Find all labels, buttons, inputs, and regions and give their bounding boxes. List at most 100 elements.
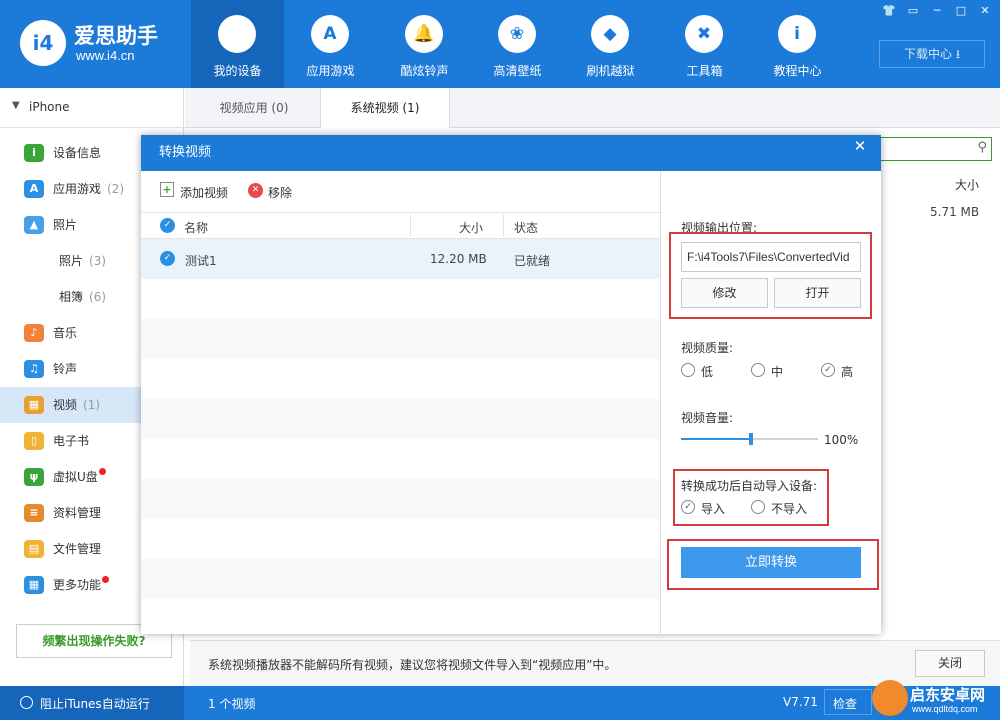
notification-dot [98,468,106,475]
nav-item[interactable]: ❀ 高清壁纸 [471,0,564,88]
remove-icon: ✕ [248,183,263,198]
tab-system-videos[interactable]: 系统视频 (1) [320,88,450,128]
sidebar-item-text: 电子书 [53,434,90,448]
sidebar-item-text: 更多功能 [53,578,102,592]
row-size: 12.20 MB [430,252,487,266]
maximize-icon[interactable]: □ [950,2,972,20]
quality-label: 视频质量: [681,341,734,355]
sidebar-item-label: 相簿 (6) [59,288,106,305]
minimize-icon[interactable]: ─ [926,2,948,20]
volume-slider-track[interactable] [681,433,818,445]
highlight-box [667,539,879,590]
sidebar-item-label: 虚拟U盘 [53,468,106,485]
sidebar-item-label: 更多功能 [53,576,110,593]
highlight-box [673,469,829,526]
caret-down-icon: ▼ [12,100,20,111]
volume-label: 视频音量: [681,411,734,425]
nav-item[interactable]: A 应用游戏 [284,0,377,88]
grid-icon: ▦ [24,576,44,594]
sidebar-item-label: 资料管理 [53,504,101,521]
remove-button[interactable]: ✕ 移除 [248,181,308,201]
nav-item[interactable]: 我的设备 [191,0,284,88]
empty-row [141,399,660,439]
usb-icon: ψ [24,468,44,486]
brand-name: 爱思助手 [74,24,158,48]
itunes-toggle[interactable]: 阻止iTunes自动运行 [0,686,184,720]
bell-icon: ♫ [24,360,44,378]
nav-label: 我的设备 [213,64,262,78]
sidebar-item-text: 照片 [53,218,78,232]
i4-logo: i4 [20,20,66,66]
nav-label: 高清壁纸 [493,64,542,78]
nav-item[interactable]: ◆ 刷机越狱 [564,0,657,88]
volume-value: 100% [824,433,859,447]
radio-icon [20,696,33,709]
sidebar-item-text: 资料管理 [53,506,102,520]
add-file-icon: + [160,182,174,197]
contacts-icon: ≡ [24,504,44,522]
quality-low-radio[interactable] [681,363,695,377]
sidebar-item-label: 电子书 [53,432,89,449]
download-icon: ⭳ [955,47,961,61]
tab-video-apps[interactable]: 视频应用 (0) [190,88,318,128]
add-video-button[interactable]: + 添加视频 [160,181,240,201]
book-icon: ▯ [24,432,44,450]
sidebar-item-text: 设备信息 [53,146,102,160]
tools-icon: ✖ [685,15,723,53]
column-divider [503,214,504,237]
sidebar-item-count: (3) [89,254,107,268]
quality-medium-radio[interactable] [751,363,765,377]
info-icon: i [778,15,816,53]
device-selector[interactable]: ▼ iPhone [0,88,184,128]
sidebar-item-text: 虚拟U盘 [53,470,98,484]
sidebar-item-text: 应用游戏 [53,182,102,196]
sidebar-item-label: 设备信息 [53,144,101,161]
nav-item[interactable]: ✖ 工具箱 [658,0,751,88]
list-header-size: 大小 [955,178,980,192]
select-all-checkbox[interactable]: ✓ [160,218,175,233]
volume-slider-thumb[interactable] [748,433,753,445]
flower-icon: ❀ [498,15,536,53]
menu-icon[interactable]: ▭ [902,2,924,20]
sidebar-item-label: 视频 (1) [53,396,100,413]
photo-icon: ▲ [24,216,44,234]
sidebar-item-text: 音乐 [53,326,78,340]
sidebar-item-label: 文件管理 [53,540,101,557]
remove-label: 移除 [268,186,293,200]
apple-icon [218,15,256,53]
download-center-button[interactable]: 下载中心 ⭳ [879,40,985,68]
empty-row [141,479,660,519]
nav-label: 刷机越狱 [586,64,635,78]
quality-high-radio[interactable]: ✓ [821,363,835,377]
add-video-label: 添加视频 [180,186,229,200]
notification-dot [102,576,110,583]
close-icon[interactable]: ✕ [846,135,874,157]
sidebar-item-text: 文件管理 [53,542,102,556]
column-header-name: 名称 [184,221,209,235]
row-name: 测试1 [185,254,217,268]
search-icon[interactable]: ⚲ [977,140,987,155]
close-window-icon[interactable]: ✕ [974,2,996,20]
notice-text: 系统视频播放器不能解码所有视频，建议您将视频文件导入到“视频应用”中。 [208,658,617,672]
itunes-label: 阻止iTunes自动运行 [40,697,150,711]
quality-medium-label: 中 [771,365,784,379]
empty-row [141,559,660,599]
info-circle-icon: i [24,144,44,162]
skin-icon[interactable]: 👕 [878,2,900,20]
watermark-name: 启东安卓网 [910,686,986,704]
search-input[interactable]: ⚲ [880,137,992,161]
column-header-size: 大小 [459,221,484,235]
nav-item[interactable]: i 教程中心 [751,0,844,88]
nav-label: 工具箱 [686,64,723,78]
close-button[interactable]: 关闭 [915,650,985,677]
row-checkbox[interactable]: ✓ [160,251,175,266]
check-update-button[interactable]: 检查 [824,689,872,715]
music-icon: ♪ [24,324,44,342]
dropbox-icon: ◆ [591,15,629,53]
video-icon: ▦ [24,396,44,414]
nav-label: 酷炫铃声 [400,64,449,78]
nav-item[interactable]: 🔔 酷炫铃声 [378,0,471,88]
table-row[interactable] [141,239,660,279]
column-divider [410,214,411,237]
row-status: 已就绪 [514,254,551,268]
